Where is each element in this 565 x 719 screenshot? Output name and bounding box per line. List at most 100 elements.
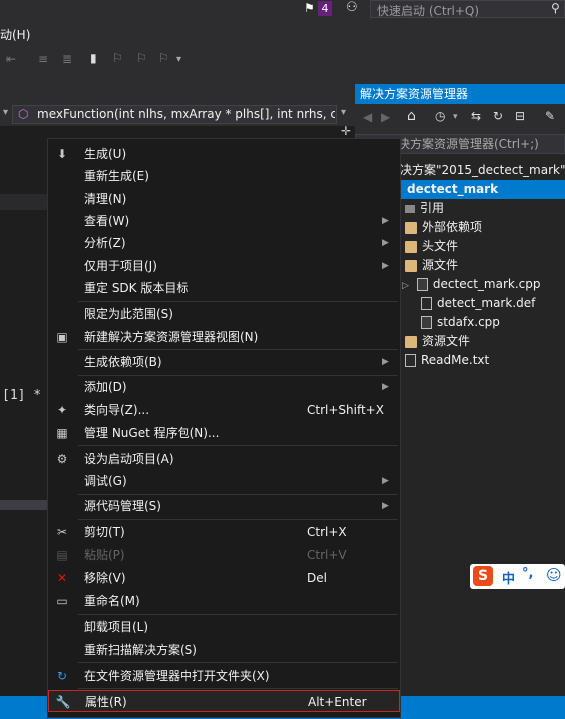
- uncomment-icon[interactable]: ≣: [62, 52, 72, 66]
- tree-item-label: 资源文件: [422, 334, 471, 348]
- menu-item-analyze[interactable]: 分析(Z) ▶: [48, 232, 400, 254]
- tree-item-solution[interactable]: 决方案"2015_dectect_mark"(1: [400, 161, 565, 180]
- menu-item-source-control[interactable]: 源代码管理(S) ▶: [48, 495, 400, 517]
- menu-item-retarget-sdk[interactable]: 重定 SDK 版本目标: [48, 277, 400, 299]
- menu-item-new-explorer-view[interactable]: ▣ 新建解决方案资源管理器视图(N): [48, 326, 400, 348]
- menu-separator: [78, 688, 398, 689]
- ime-language-toggle[interactable]: 中: [502, 568, 515, 587]
- emoji-icon[interactable]: ☺: [546, 566, 562, 584]
- menu-item-help[interactable]: 动(H): [0, 26, 30, 43]
- quick-launch-box[interactable]: 快速启动 (Ctrl+Q) ⚲: [370, 0, 565, 18]
- menu-item-rebuild[interactable]: 重新生成(E): [48, 165, 400, 187]
- menu-item-properties[interactable]: 🔧 属性(R) Alt+Enter: [48, 690, 400, 712]
- open-folder-icon: ↻: [56, 669, 68, 683]
- menu-item-rename[interactable]: ▭ 重命名(M): [48, 590, 400, 612]
- ime-punct-toggle[interactable]: °,: [522, 566, 533, 581]
- menu-item-build-dependencies[interactable]: 生成依赖项(B) ▶: [48, 351, 400, 373]
- build-icon: ⬇: [56, 147, 68, 161]
- menu-item-view[interactable]: 查看(W) ▶: [48, 210, 400, 232]
- horizontal-scrollbar[interactable]: [0, 500, 50, 510]
- split-icon[interactable]: ✛: [341, 124, 351, 138]
- menu-item-open-in-explorer[interactable]: ↻ 在文件资源管理器中打开文件夹(X): [48, 665, 400, 687]
- tree-item-label: 决方案"2015_dectect_mark"(1: [400, 163, 565, 177]
- submenu-arrow-icon: ▶: [382, 501, 389, 511]
- submenu-arrow-icon: ▶: [382, 357, 389, 367]
- menu-item-unload-project[interactable]: 卸载项目(L): [48, 616, 400, 638]
- menu-separator: [78, 301, 398, 302]
- history-icon[interactable]: ◷: [435, 109, 445, 123]
- tree-item-external-deps[interactable]: 外部依赖项: [405, 218, 565, 237]
- search-icon[interactable]: ⚲: [551, 1, 560, 15]
- tree-item-cpp-main[interactable]: ▷ dectect_mark.cpp: [402, 275, 565, 294]
- clear-bookmark-icon[interactable]: ⚐: [158, 51, 169, 65]
- menu-item-remove[interactable]: ✕ 移除(V) Del: [48, 567, 400, 589]
- menu-separator: [78, 519, 398, 520]
- toolbar-overflow-icon[interactable]: ▾: [176, 54, 181, 65]
- feedback-icon[interactable]: ⚇: [346, 0, 358, 15]
- folder-open-icon: [405, 259, 417, 272]
- menu-item-add[interactable]: 添加(D) ▶: [48, 376, 400, 398]
- menu-item-build[interactable]: ⬇ 生成(U): [48, 143, 400, 165]
- flag-icon[interactable]: ⚑: [304, 1, 315, 15]
- ime-toolbar[interactable]: S 中 °, ☺: [470, 564, 565, 589]
- menu-item-nuget[interactable]: ▦ 管理 NuGet 程序包(N)...: [48, 422, 400, 444]
- back-icon[interactable]: ◀: [363, 110, 372, 124]
- expand-arrow-icon[interactable]: ▷: [402, 281, 409, 291]
- menu-item-class-wizard[interactable]: ✦ 类向导(Z)... Ctrl+Shift+X: [48, 399, 400, 421]
- next-bookmark-icon[interactable]: ⚐: [136, 51, 147, 65]
- tree-item-label: detect_mark.def: [437, 296, 536, 310]
- menu-item-rescan-solution[interactable]: 重新扫描解决方案(S): [48, 639, 400, 661]
- tree-item-readme[interactable]: ReadMe.txt: [405, 351, 565, 370]
- wrench-icon: 🔧: [55, 695, 71, 709]
- menu-item-cut[interactable]: ✂ 剪切(T) Ctrl+X: [48, 521, 400, 543]
- history-dropdown-icon[interactable]: ▾: [453, 112, 458, 122]
- prev-bookmark-icon[interactable]: ⚐: [112, 51, 123, 65]
- menu-item-project-only[interactable]: 仅用于项目(J) ▶: [48, 255, 400, 277]
- solution-explorer-title[interactable]: 解决方案资源管理器: [355, 84, 565, 104]
- sync-icon[interactable]: ⇆: [471, 109, 481, 123]
- nuget-icon: ▦: [56, 426, 68, 440]
- home-icon[interactable]: ⌂: [407, 108, 416, 124]
- folder-icon: [405, 335, 417, 348]
- menu-item-debug[interactable]: 调试(G) ▶: [48, 470, 400, 492]
- menu-item-scope-to-this[interactable]: 限定为此范围(S): [48, 303, 400, 325]
- tree-item-label: dectect_mark.cpp: [432, 277, 541, 291]
- tree-item-stdafx[interactable]: stdafx.cpp: [421, 313, 565, 332]
- menu-item-set-startup[interactable]: ⚙ 设为启动项目(A): [48, 448, 400, 470]
- menu-item-clean[interactable]: 清理(N): [48, 188, 400, 210]
- outdent-icon[interactable]: ⇤: [6, 52, 16, 66]
- tree-item-resource-files[interactable]: 资源文件: [405, 332, 565, 351]
- folder-icon: [405, 240, 417, 253]
- menu-item-paste: ▤ 粘贴(P) Ctrl+V: [48, 544, 400, 566]
- remove-icon: ✕: [56, 571, 68, 585]
- menu-bar: 动(H): [0, 20, 565, 46]
- bookmark-icon[interactable]: ▮: [90, 51, 97, 65]
- submenu-arrow-icon: ▶: [382, 476, 389, 486]
- references-icon: [405, 204, 415, 213]
- tree-item-references[interactable]: 引用: [405, 199, 565, 218]
- collapse-all-icon[interactable]: ⊟: [515, 109, 525, 123]
- quick-launch-input[interactable]: 快速启动 (Ctrl+Q): [377, 2, 479, 19]
- code-nav-bar: ▾ ⬡ mexFunction(int nlhs, mxArray * plhs…: [0, 104, 355, 127]
- pending-changes-icon[interactable]: ↻: [493, 109, 503, 123]
- scope-dropdown-arrow[interactable]: ▾: [3, 107, 8, 118]
- submenu-arrow-icon: ▶: [382, 261, 389, 271]
- tree-item-source-files[interactable]: 源文件: [405, 256, 565, 275]
- properties-icon[interactable]: ✎: [545, 109, 555, 123]
- function-dropdown[interactable]: ⬡ mexFunction(int nlhs, mxArray * plhs[]…: [12, 105, 337, 124]
- tree-item-project[interactable]: dectect_mark: [400, 180, 565, 199]
- tree-item-label: stdafx.cpp: [437, 315, 500, 329]
- tree-item-label: 头文件: [422, 239, 459, 253]
- comment-icon[interactable]: ≡: [38, 52, 48, 66]
- paste-icon: ▤: [56, 548, 68, 562]
- tree-item-label: 源文件: [422, 258, 459, 272]
- tree-item-header-files[interactable]: 头文件: [405, 237, 565, 256]
- function-dropdown-arrow[interactable]: ▾: [341, 107, 346, 118]
- solution-explorer-toolbar: ◀ ▶ ⌂ ◷ ▾ ⇆ ↻ ⊟ ✎: [355, 104, 565, 134]
- editor-line-highlight: [0, 194, 50, 210]
- notification-badge[interactable]: 4: [318, 1, 332, 16]
- folder-icon: [405, 221, 417, 234]
- forward-icon[interactable]: ▶: [381, 110, 390, 124]
- tree-item-def[interactable]: detect_mark.def: [421, 294, 565, 313]
- submenu-arrow-icon: ▶: [382, 382, 389, 392]
